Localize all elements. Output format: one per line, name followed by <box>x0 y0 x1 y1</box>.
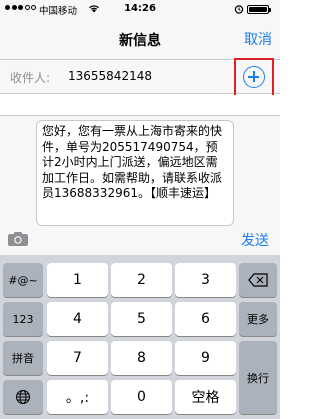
key-5[interactable]: 5 <box>111 302 172 336</box>
add-contact-button[interactable] <box>243 66 265 88</box>
key-3[interactable]: 3 <box>175 263 236 297</box>
key-pinyin[interactable]: 拼音 <box>3 341 43 375</box>
conversation-area <box>0 95 280 115</box>
delete-icon <box>248 273 268 287</box>
key-space[interactable]: 空格 <box>175 380 236 414</box>
status-bar: 中国移动 14:26 <box>0 0 280 18</box>
key-8[interactable]: 8 <box>111 341 172 375</box>
key-punctuation[interactable]: 。,: <box>47 380 108 414</box>
key-2[interactable]: 2 <box>111 263 172 297</box>
key-symbols[interactable]: #@~ <box>3 263 43 297</box>
key-0[interactable]: 0 <box>111 380 172 414</box>
globe-icon <box>16 390 30 404</box>
key-6[interactable]: 6 <box>175 302 236 336</box>
key-1[interactable]: 1 <box>47 263 108 297</box>
send-button[interactable]: 发送 <box>241 230 269 250</box>
key-more[interactable]: 更多 <box>239 302 277 336</box>
key-numbers[interactable]: 123 <box>3 302 43 336</box>
cancel-button[interactable]: 取消 <box>244 29 272 49</box>
delete-key[interactable] <box>239 263 277 297</box>
recipient-field[interactable]: 13655842148 <box>68 69 152 83</box>
navigation-bar: 新信息 取消 <box>0 18 280 60</box>
key-return[interactable]: 换行 <box>239 341 277 414</box>
camera-icon[interactable] <box>7 231 29 247</box>
globe-key[interactable] <box>3 380 43 414</box>
key-7[interactable]: 7 <box>47 341 108 375</box>
recipient-label: 收件人: <box>10 71 51 85</box>
key-4[interactable]: 4 <box>47 302 108 336</box>
battery-icon <box>247 5 271 14</box>
message-input[interactable]: 您好，您有一票从上海市寄来的快件，单号为205517490754，预计2小时内上… <box>36 120 234 226</box>
keyboard: #@~ 1 2 3 123 4 5 6 更多 拼音 7 8 9 换行 。,: 0… <box>0 255 280 419</box>
key-9[interactable]: 9 <box>175 341 236 375</box>
alarm-icon <box>234 5 244 14</box>
page-title: 新信息 <box>119 33 161 49</box>
